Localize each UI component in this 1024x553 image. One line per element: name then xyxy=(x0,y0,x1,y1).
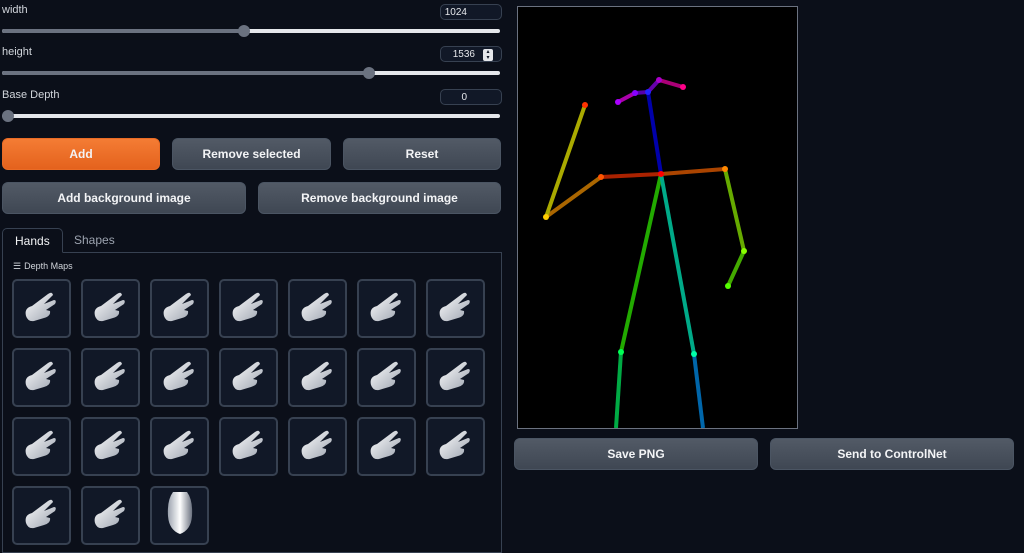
pose-canvas[interactable] xyxy=(517,6,798,429)
depth-map-thumbnail[interactable] xyxy=(288,417,347,476)
base-depth-slider-row: Base Depth 0 xyxy=(2,89,502,123)
remove-background-image-button[interactable]: Remove background image xyxy=(258,182,501,214)
tab-bar: Hands Shapes xyxy=(2,228,502,253)
arm-limb xyxy=(723,168,746,252)
arm-limb xyxy=(726,250,746,287)
height-slider-row: height 1536 ▴ ▾ xyxy=(2,46,502,80)
hand-depth-map-icon xyxy=(227,424,271,469)
hand-depth-map-icon xyxy=(296,286,340,331)
base-depth-number-input[interactable]: 0 xyxy=(440,89,502,105)
depth-map-thumbnail[interactable] xyxy=(426,279,485,338)
depth-map-thumbnail[interactable] xyxy=(150,348,209,407)
depth-map-thumbnail[interactable] xyxy=(12,417,71,476)
shoulder-limb xyxy=(660,167,726,176)
hand-depth-map-icon xyxy=(20,355,64,400)
hand-depth-map-icon xyxy=(20,424,64,469)
depth-map-thumbnail[interactable] xyxy=(357,279,416,338)
hand-depth-map-icon xyxy=(365,424,409,469)
depth-map-thumbnail[interactable] xyxy=(357,348,416,407)
depth-map-thumbnail[interactable] xyxy=(81,279,140,338)
hand-depth-map-icon xyxy=(89,424,133,469)
depth-map-thumbnail[interactable] xyxy=(219,417,278,476)
depth-map-thumbnail[interactable] xyxy=(219,348,278,407)
height-slider[interactable] xyxy=(2,67,500,79)
depth-map-thumbnail[interactable] xyxy=(357,417,416,476)
save-png-button[interactable]: Save PNG xyxy=(514,438,758,470)
base-depth-label: Base Depth xyxy=(2,89,60,101)
add-background-image-button[interactable]: Add background image xyxy=(2,182,246,214)
depth-map-thumbnail[interactable] xyxy=(81,417,140,476)
hand-depth-map-icon xyxy=(296,355,340,400)
shoulder-limb xyxy=(600,172,662,179)
hand-depth-map-icon xyxy=(365,286,409,331)
width-label: width xyxy=(2,4,28,16)
remove-selected-button[interactable]: Remove selected xyxy=(172,138,331,170)
width-slider-row: width 1024 xyxy=(2,4,502,38)
hand-depth-map-icon xyxy=(89,286,133,331)
depth-map-thumbnail[interactable] xyxy=(81,348,140,407)
hand-depth-map-icon xyxy=(434,424,478,469)
arm-limb xyxy=(544,104,587,218)
hand-depth-map-icon xyxy=(158,286,202,331)
add-button[interactable]: Add xyxy=(2,138,160,170)
hand-depth-map-icon xyxy=(434,355,478,400)
depth-map-thumbnail[interactable] xyxy=(150,417,209,476)
skeleton-joints xyxy=(543,77,747,357)
gallery-label-text: Depth Maps xyxy=(24,261,73,271)
hand-depth-map-icon xyxy=(20,286,64,331)
hand-depth-map-icon xyxy=(434,286,478,331)
hand-depth-map-icon xyxy=(365,355,409,400)
height-label: height xyxy=(2,46,32,58)
depth-map-thumbnail[interactable] xyxy=(81,486,140,545)
shape-depth-map-icon xyxy=(165,490,195,541)
list-icon: ☰ xyxy=(13,261,22,271)
hand-depth-map-icon xyxy=(89,355,133,400)
depth-map-thumbnail[interactable] xyxy=(426,348,485,407)
hand-depth-map-icon xyxy=(227,286,271,331)
depth-map-thumbnail[interactable] xyxy=(12,486,71,545)
depth-map-thumbnail[interactable] xyxy=(150,279,209,338)
depth-map-thumbnail[interactable] xyxy=(150,486,209,545)
height-slider-thumb[interactable] xyxy=(363,67,375,79)
width-slider[interactable] xyxy=(2,25,500,37)
reset-button[interactable]: Reset xyxy=(343,138,501,170)
hands-tab-panel: ☰ Depth Maps xyxy=(2,252,502,553)
head-limb xyxy=(658,78,684,89)
neck-limb xyxy=(646,91,663,175)
hand-depth-map-icon xyxy=(158,424,202,469)
base-depth-slider[interactable] xyxy=(2,110,500,122)
controls-panel: width 1024 height 1536 ▴ ▾ Base Depth 0 A… xyxy=(0,0,504,553)
hand-depth-map-icon xyxy=(158,355,202,400)
depth-map-thumbnail[interactable] xyxy=(12,279,71,338)
hand-depth-map-icon xyxy=(227,355,271,400)
openpose-skeleton xyxy=(543,77,747,429)
depth-map-thumbnail[interactable] xyxy=(426,417,485,476)
tab-hands[interactable]: Hands xyxy=(2,228,63,253)
base-depth-slider-thumb[interactable] xyxy=(2,110,14,122)
depth-map-thumbnail[interactable] xyxy=(288,279,347,338)
tab-shapes[interactable]: Shapes xyxy=(62,228,127,253)
leg-limb xyxy=(619,173,663,353)
height-stepper-icon[interactable]: ▴ ▾ xyxy=(483,49,493,61)
leg-limb xyxy=(614,351,623,429)
hand-depth-map-icon xyxy=(296,424,340,469)
width-slider-thumb[interactable] xyxy=(238,25,250,37)
width-number-input[interactable]: 1024 xyxy=(440,4,502,20)
depth-map-thumbnail[interactable] xyxy=(219,279,278,338)
leg-limb xyxy=(692,353,705,429)
hand-depth-map-icon xyxy=(20,493,64,538)
hand-depth-map-icon xyxy=(89,493,133,538)
depth-map-thumbnail[interactable] xyxy=(288,348,347,407)
send-to-controlnet-button[interactable]: Send to ControlNet xyxy=(770,438,1014,470)
depth-map-thumbnail[interactable] xyxy=(12,348,71,407)
preview-panel: Save PNG Send to ControlNet xyxy=(505,0,1024,553)
gallery-label: ☰ Depth Maps xyxy=(13,261,73,272)
leg-limb xyxy=(659,173,696,355)
